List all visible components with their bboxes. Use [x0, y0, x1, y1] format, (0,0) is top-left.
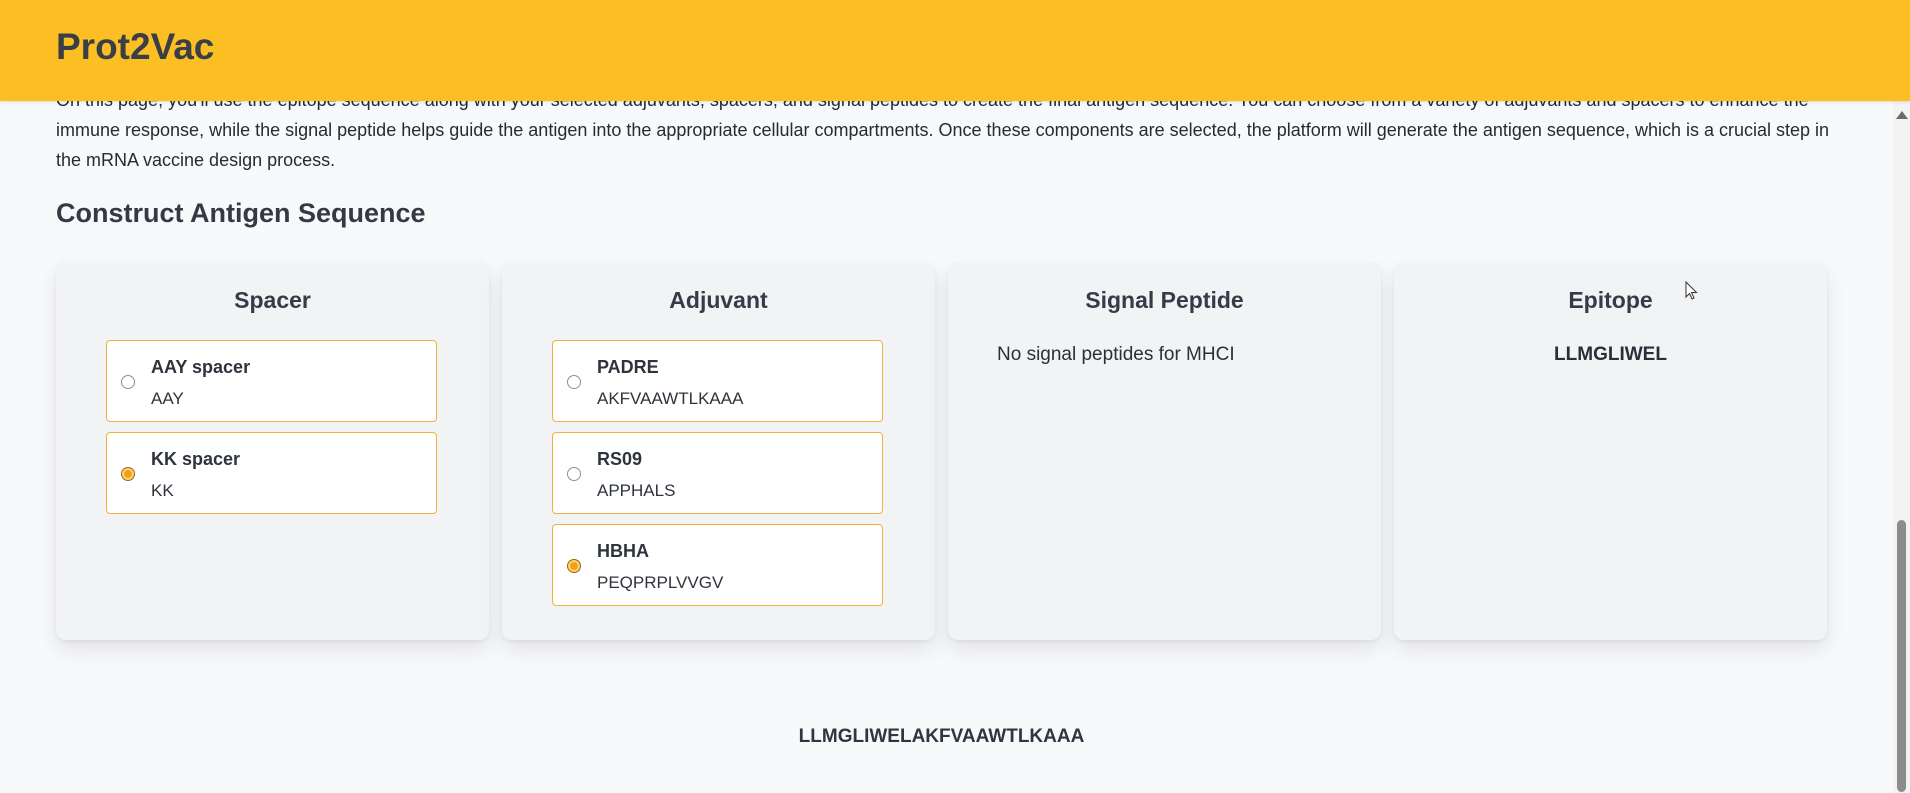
signal-peptide-card: Signal Peptide No signal peptides for MH…	[948, 262, 1381, 640]
epitope-card-title: Epitope	[1568, 287, 1653, 313]
spacer-card: Spacer AAY spacer AAY KK spacer KK	[56, 262, 489, 640]
spacer-option-name: AAY spacer	[151, 357, 251, 377]
adjuvant-option-name: RS09	[597, 449, 643, 469]
epitope-sequence: LLMGLIWEL	[1554, 344, 1667, 365]
adjuvant-option-name: PADRE	[597, 357, 659, 377]
adjuvant-option-rs09[interactable]: RS09 APPHALS	[552, 432, 883, 514]
antigen-sequence-result: LLMGLIWELAKFVAAWTLKAAA	[798, 726, 1085, 747]
scroll-thumb[interactable]	[1897, 520, 1906, 792]
adjuvant-option-sequence: APPHALS	[597, 481, 676, 500]
adjuvant-radio-padre[interactable]	[567, 375, 581, 389]
signal-peptide-card-title: Signal Peptide	[1085, 287, 1244, 313]
spacer-option-sequence: KK	[151, 481, 174, 500]
adjuvant-card-title: Adjuvant	[669, 287, 768, 313]
spacer-option-aay[interactable]: AAY spacer AAY	[106, 340, 437, 422]
epitope-card: Epitope LLMGLIWEL	[1394, 262, 1827, 640]
adjuvant-option-sequence: PEQPRPLVVGV	[597, 573, 724, 592]
section-title: Construct Antigen Sequence	[56, 198, 426, 228]
adjuvant-radio-rs09[interactable]	[567, 467, 581, 481]
spacer-radio-kk[interactable]	[121, 467, 135, 481]
spacer-radio-aay[interactable]	[121, 375, 135, 389]
page-scrollbar[interactable]	[1893, 101, 1910, 793]
adjuvant-option-name: HBHA	[597, 541, 649, 561]
no-signal-peptide-message: No signal peptides for MHCI	[997, 344, 1235, 365]
adjuvant-option-sequence: AKFVAAWTLKAAA	[597, 389, 744, 408]
adjuvant-radio-hbha[interactable]	[567, 559, 581, 573]
adjuvant-card: Adjuvant PADRE AKFVAAWTLKAAA RS09 APPHAL…	[502, 262, 935, 640]
scroll-up-arrow-icon[interactable]	[1896, 111, 1908, 119]
spacer-option-sequence: AAY	[151, 389, 184, 408]
app-title[interactable]: Prot2Vac	[56, 26, 214, 68]
spacer-option-kk[interactable]: KK spacer KK	[106, 432, 437, 514]
adjuvant-option-hbha[interactable]: HBHA PEQPRPLVVGV	[552, 524, 883, 606]
mouse-cursor-icon	[1685, 281, 1698, 300]
spacer-option-name: KK spacer	[151, 449, 241, 469]
spacer-card-title: Spacer	[234, 287, 311, 313]
adjuvant-option-padre[interactable]: PADRE AKFVAAWTLKAAA	[552, 340, 883, 422]
app-header: Prot2Vac	[0, 0, 1910, 101]
